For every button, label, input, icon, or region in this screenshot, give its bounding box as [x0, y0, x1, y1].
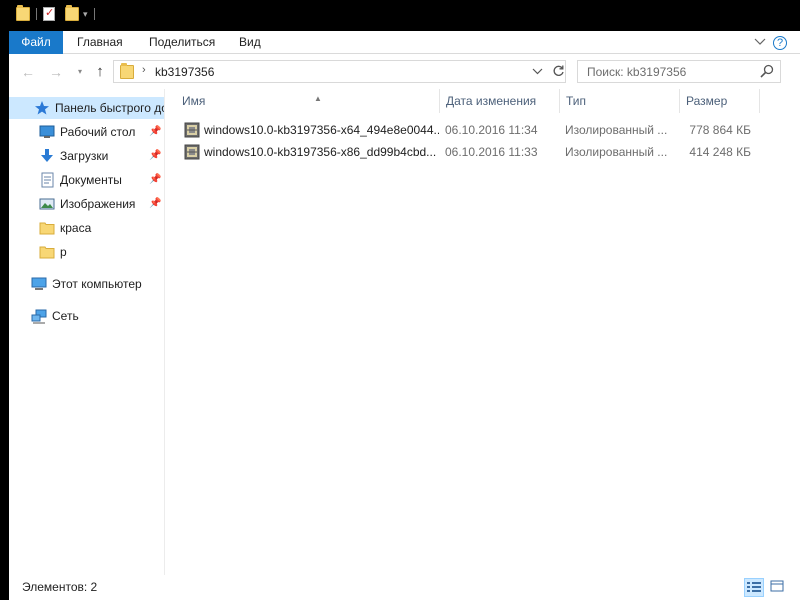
column-header-label: Размер	[686, 94, 728, 108]
nav-item-documents[interactable]: Документы	[39, 169, 164, 191]
file-date: 06.10.2016 11:33	[445, 145, 538, 159]
properties-icon[interactable]	[43, 6, 55, 21]
file-type: Изолированный ...	[565, 145, 668, 159]
ribbon: Файл Главная Поделиться Вид ?	[9, 31, 800, 54]
tab-file[interactable]: Файл	[9, 31, 63, 54]
nav-item-folder-r[interactable]: р	[39, 241, 164, 263]
tab-share[interactable]: Поделиться	[149, 31, 215, 54]
computer-icon	[31, 276, 47, 292]
search-icon[interactable]	[760, 64, 774, 78]
details-view-icon[interactable]	[744, 578, 764, 597]
nav-item-label: Документы	[60, 173, 122, 187]
search-input[interactable]: Поиск: kb3197356	[587, 65, 686, 79]
column-header-type[interactable]: Тип	[560, 89, 680, 113]
file-date: 06.10.2016 11:34	[445, 123, 538, 137]
nav-item-quick-access[interactable]: Панель быстрого доступа	[9, 97, 164, 119]
folder-icon	[120, 63, 134, 79]
nav-item-label: Рабочий стол	[60, 125, 136, 139]
nav-item-this-pc[interactable]: Этот компьютер	[31, 273, 164, 295]
file-list: Имя ▲ Дата изменения Тип Размер windows1…	[166, 89, 800, 575]
search-box[interactable]: Поиск: kb3197356	[577, 60, 781, 83]
chevron-down-icon[interactable]	[752, 35, 768, 51]
nav-item-label: краса	[60, 221, 92, 235]
tab-view[interactable]: Вид	[239, 31, 261, 54]
file-type: Изолированный ...	[565, 123, 668, 137]
file-row[interactable]: windows10.0-kb3197356-x86_dd99b4cbd... 0…	[184, 141, 762, 163]
folder-icon	[39, 220, 55, 236]
folder-icon	[16, 5, 30, 21]
status-bar: Элементов: 2	[9, 575, 800, 600]
content-area: Панель быстрого доступа Рабочий стол 📌 З…	[9, 89, 800, 575]
nav-item-label: Сеть	[52, 309, 79, 323]
column-header-name[interactable]: Имя ▲	[176, 89, 440, 113]
tab-home[interactable]: Главная	[77, 31, 123, 54]
nav-item-label: р	[60, 245, 67, 259]
address-bar[interactable]: › kb3197356	[113, 60, 566, 83]
up-button[interactable]: ↑	[91, 63, 109, 81]
forward-button[interactable]: →	[47, 63, 65, 81]
documents-icon	[39, 172, 55, 188]
column-header-label: Имя	[182, 94, 206, 108]
nav-item-folder-krasa[interactable]: краса	[39, 217, 164, 239]
sort-ascending-icon: ▲	[314, 94, 322, 103]
file-size: 778 864 КБ	[689, 123, 751, 137]
folder-icon	[39, 244, 55, 260]
pin-icon[interactable]: 📌	[149, 150, 161, 161]
toolbar-separator	[93, 8, 95, 20]
download-icon	[39, 148, 55, 164]
dropdown-icon[interactable]: ▾	[83, 9, 88, 20]
file-size: 414 248 КБ	[689, 145, 751, 159]
refresh-icon[interactable]	[552, 63, 565, 82]
nav-item-desktop[interactable]: Рабочий стол	[39, 121, 164, 143]
breadcrumb-current[interactable]: kb3197356	[155, 65, 214, 79]
column-header-date[interactable]: Дата изменения	[440, 89, 560, 113]
new-folder-icon[interactable]	[65, 5, 79, 21]
toolbar-separator	[36, 8, 37, 20]
recent-locations-button[interactable]: ▾	[71, 63, 89, 81]
back-button[interactable]: ←	[19, 63, 37, 81]
nav-item-downloads[interactable]: Загрузки	[39, 145, 164, 167]
star-icon	[34, 100, 50, 116]
column-header-label: Тип	[566, 94, 587, 108]
item-count: Элементов: 2	[22, 580, 98, 594]
pin-icon[interactable]: 📌	[149, 174, 161, 185]
navigation-pane: Панель быстрого доступа Рабочий стол 📌 З…	[9, 89, 165, 575]
pin-icon[interactable]: 📌	[149, 198, 161, 209]
msu-package-icon	[184, 144, 200, 160]
nav-item-pictures[interactable]: Изображения	[39, 193, 164, 215]
column-header-size[interactable]: Размер	[680, 89, 760, 113]
path-separator-icon[interactable]: ›	[142, 64, 146, 76]
file-name: windows10.0-kb3197356-x64_494e8e0044...	[204, 123, 439, 137]
explorer-window: Файл Главная Поделиться Вид ? ← → ▾ ↑ › …	[9, 31, 800, 600]
network-icon	[31, 308, 47, 324]
chevron-down-icon[interactable]	[532, 64, 543, 81]
large-icons-view-icon[interactable]	[768, 578, 788, 597]
msu-package-icon	[184, 122, 200, 138]
nav-item-network[interactable]: Сеть	[31, 305, 164, 327]
nav-item-label: Изображения	[60, 197, 136, 211]
nav-item-label: Панель быстрого доступа	[55, 101, 164, 115]
file-name: windows10.0-kb3197356-x86_dd99b4cbd...	[204, 145, 437, 159]
navigation-bar: ← → ▾ ↑ › kb3197356 Поиск: kb3197356	[9, 55, 800, 89]
pin-icon[interactable]: 📌	[149, 126, 161, 137]
nav-item-label: Этот компьютер	[52, 277, 142, 291]
help-icon[interactable]: ?	[773, 36, 787, 50]
column-header-label: Дата изменения	[446, 94, 537, 108]
file-row[interactable]: windows10.0-kb3197356-x64_494e8e0044... …	[184, 119, 762, 141]
desktop-icon	[39, 124, 55, 140]
pictures-icon	[39, 196, 55, 212]
title-bar: ▾	[0, 0, 800, 31]
quick-access-toolbar: ▾	[16, 5, 97, 21]
nav-item-label: Загрузки	[60, 149, 109, 163]
